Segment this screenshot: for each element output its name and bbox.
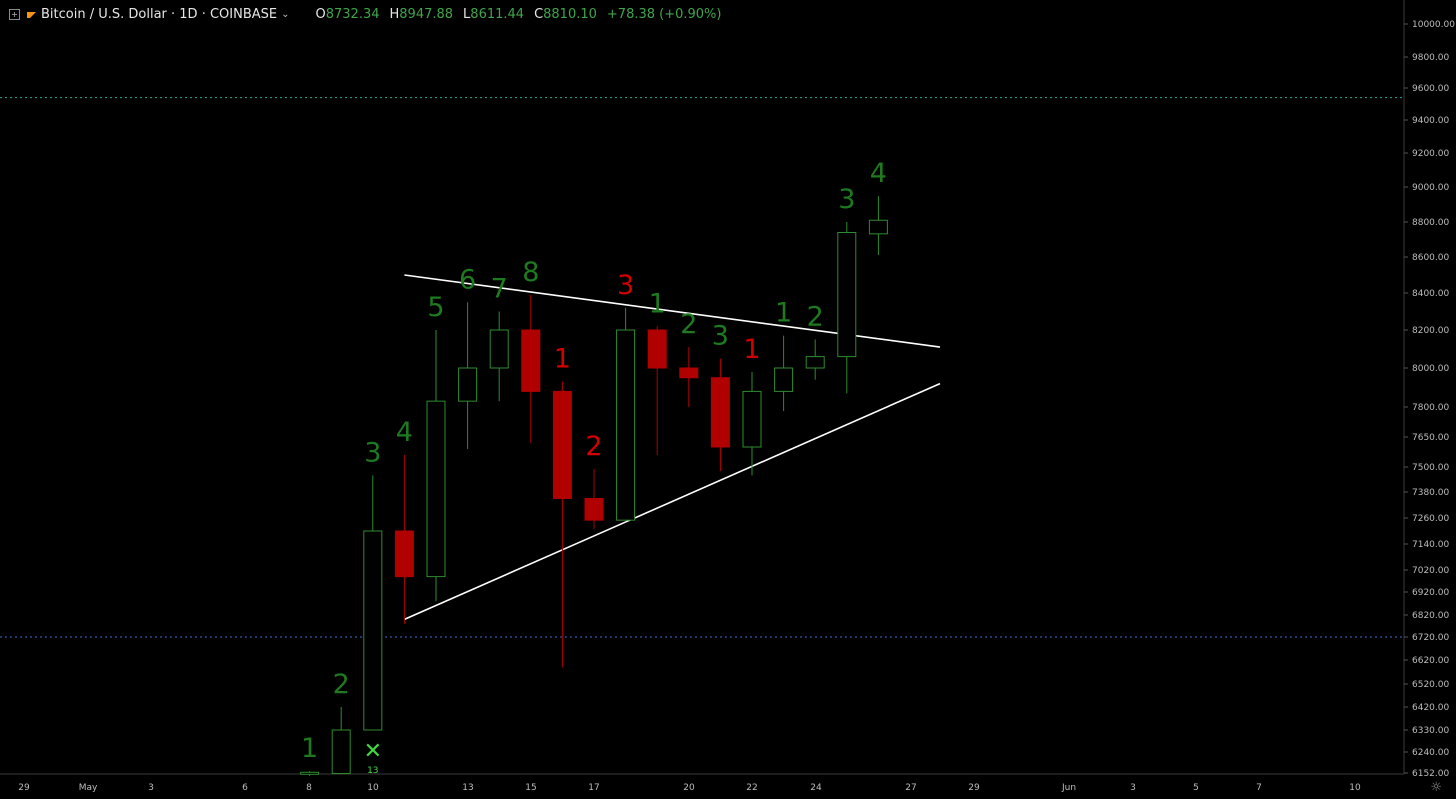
- price-tick-label: 7650.00: [1412, 433, 1449, 443]
- price-tick-label: 6920.00: [1412, 588, 1449, 598]
- price-tick-label: 8200.00: [1412, 326, 1449, 336]
- date-tick-label: 3: [1130, 783, 1136, 793]
- candle-body: [742, 390, 762, 448]
- date-tick-label: 10: [367, 783, 379, 793]
- price-tick-label: 9200.00: [1412, 149, 1449, 159]
- price-tick-label: 7260.00: [1412, 514, 1449, 524]
- candle-body: [774, 367, 794, 392]
- date-tick-label: May: [79, 783, 98, 793]
- date-tick-label: 7: [1256, 783, 1262, 793]
- date-tick-label: 8: [306, 783, 312, 793]
- sequential-count-label: 5: [427, 292, 444, 323]
- sequential-count-label: 1: [301, 733, 318, 764]
- candle-body: [394, 530, 414, 578]
- price-tick-label: 7500.00: [1412, 463, 1449, 473]
- sequential-count-label: 2: [807, 302, 824, 333]
- candle-body: [805, 356, 825, 369]
- sequential-count-label: 2: [585, 431, 602, 462]
- date-tick-label: 6: [242, 783, 248, 793]
- candle-body: [584, 498, 604, 521]
- candle-body: [552, 390, 572, 499]
- price-tick-label: 6720.00: [1412, 633, 1449, 643]
- price-tick-label: 9000.00: [1412, 183, 1449, 193]
- date-tick-label: 22: [746, 783, 757, 793]
- date-tick-label: 29: [968, 783, 980, 793]
- date-tick-label: 24: [810, 783, 822, 793]
- sequential-count-label: 1: [743, 334, 760, 365]
- price-tick-label: 6620.00: [1412, 656, 1449, 666]
- date-tick-label: 27: [905, 783, 916, 793]
- candle-body: [489, 329, 509, 369]
- date-tick-label: 3: [148, 783, 154, 793]
- date-tick-label: 29: [18, 783, 30, 793]
- sequential-count-label: 6: [459, 264, 476, 295]
- sequential-count-label: 3: [364, 437, 381, 468]
- candle-body: [521, 329, 541, 392]
- date-tick-label: 15: [525, 783, 536, 793]
- date-tick-label: 17: [588, 783, 599, 793]
- candle-body: [837, 232, 857, 358]
- sequential-count-label: 3: [712, 321, 729, 352]
- price-tick-label: 6820.00: [1412, 611, 1449, 621]
- date-tick-label: 10: [1349, 783, 1361, 793]
- date-tick-label: 5: [1193, 783, 1199, 793]
- candle-body: [679, 367, 699, 379]
- price-tick-label: 9400.00: [1412, 116, 1449, 126]
- price-tick-label: 6330.00: [1412, 726, 1449, 736]
- price-tick-label: 8800.00: [1412, 218, 1449, 228]
- trendline: [404, 382, 941, 621]
- sequential-count-label: 7: [491, 274, 508, 305]
- sequential-count-label: 1: [554, 344, 571, 375]
- price-tick-label: 6420.00: [1412, 703, 1449, 713]
- price-tick-label: 8000.00: [1412, 364, 1449, 374]
- sequential-13-marker: ✕: [364, 739, 382, 764]
- sequential-count-label: 2: [333, 669, 350, 700]
- gear-icon[interactable]: ☼: [1430, 780, 1442, 795]
- date-tick-label: 20: [683, 783, 695, 793]
- sequential-count-label: 1: [649, 288, 666, 319]
- sequential-count-label: 4: [396, 417, 413, 448]
- sequential-count-label: 3: [838, 184, 855, 215]
- price-tick-label: 10000.00: [1412, 20, 1455, 30]
- price-tick-label: 8400.00: [1412, 289, 1449, 299]
- price-tick-label: 6240.00: [1412, 748, 1449, 758]
- candle-body: [363, 530, 383, 731]
- sequential-count-label: 4: [870, 158, 887, 189]
- price-tick-label: 7020.00: [1412, 566, 1449, 576]
- candle-body: [458, 367, 478, 402]
- price-chart[interactable]: 10000.00 9800.00 9600.00 9400.00 9200.00 9000…: [0, 0, 1456, 799]
- sequential-count-label: 8: [522, 257, 539, 288]
- price-tick-label: 7140.00: [1412, 540, 1449, 550]
- candle-body: [647, 329, 667, 369]
- candle-body: [426, 400, 446, 578]
- trendline: [404, 274, 941, 348]
- date-tick-label: Jun: [1061, 783, 1076, 793]
- sequential-count-label: 2: [680, 309, 697, 340]
- price-tick-label: 8600.00: [1412, 253, 1449, 263]
- price-tick-label: 9800.00: [1412, 53, 1449, 63]
- candle-body: [616, 329, 636, 521]
- candle-body: [710, 377, 730, 448]
- sequential-13-count: 13: [367, 766, 378, 776]
- date-tick-label: 13: [462, 783, 473, 793]
- candle-body: [300, 771, 320, 775]
- price-tick-label: 6152.00: [1412, 769, 1449, 779]
- candle-body: [331, 729, 351, 774]
- sequential-count-label: 3: [617, 270, 634, 301]
- price-tick-label: 7800.00: [1412, 403, 1449, 413]
- price-tick-label: 7380.00: [1412, 488, 1449, 498]
- price-tick-label: 9600.00: [1412, 84, 1449, 94]
- sequential-count-label: 1: [775, 298, 792, 329]
- candle-body: [868, 219, 888, 235]
- price-tick-label: 6520.00: [1412, 680, 1449, 690]
